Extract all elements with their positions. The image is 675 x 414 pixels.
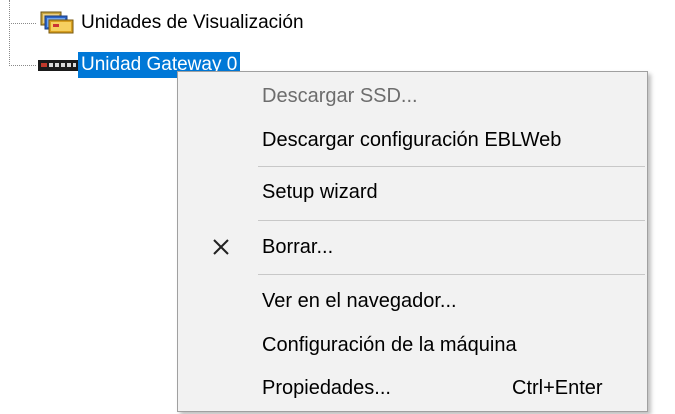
menu-item-download-eblweb-config[interactable]: Descargar configuración EBLWeb — [180, 118, 645, 162]
menu-item-label: Setup wizard — [262, 180, 378, 203]
menu-item-delete[interactable]: Borrar... — [180, 225, 645, 269]
tree-connector-vertical — [9, 0, 10, 66]
delete-x-icon — [180, 225, 262, 269]
tree-node-label: Unidades de Visualización — [81, 12, 304, 33]
menu-item-icon-slot — [180, 118, 262, 162]
tree-connector-horizontal — [9, 65, 36, 66]
menu-separator — [258, 220, 645, 221]
menu-item-shortcut: Ctrl+Enter — [512, 376, 603, 399]
menu-item-machine-configuration[interactable]: Configuración de la máquina — [180, 323, 645, 367]
menu-item-download-ssd[interactable]: Descargar SSD... — [180, 74, 645, 118]
menu-separator — [258, 274, 645, 275]
menu-item-label: Descargar SSD... — [262, 84, 418, 107]
menu-item-setup-wizard[interactable]: Setup wizard — [180, 170, 645, 214]
screen: Unidades de Visualización Unidad Gateway… — [0, 0, 675, 414]
menu-item-icon-slot — [180, 74, 262, 118]
menu-item-label: Borrar... — [262, 235, 334, 258]
menu-item-properties[interactable]: Propiedades... Ctrl+Enter — [180, 366, 645, 410]
menu-item-icon-slot — [180, 279, 262, 323]
menu-item-icon-slot — [180, 323, 262, 367]
menu-separator — [258, 166, 645, 167]
menu-item-icon-slot — [180, 170, 262, 214]
menu-item-label: Ver en el navegador... — [262, 289, 457, 312]
menu-item-icon-slot — [180, 366, 262, 410]
menu-item-label: Descargar configuración EBLWeb — [262, 128, 562, 151]
context-menu: Descargar SSD... Descargar configuración… — [177, 71, 648, 412]
menu-item-label: Configuración de la máquina — [262, 333, 517, 356]
menu-item-label: Propiedades... — [262, 376, 391, 399]
tree-connector-horizontal — [9, 23, 36, 24]
gateway-device-icon — [38, 52, 78, 78]
display-units-icon — [38, 10, 78, 36]
menu-item-view-in-browser[interactable]: Ver en el navegador... — [180, 279, 645, 323]
tree-node-display-units[interactable]: Unidades de Visualización — [38, 10, 307, 36]
